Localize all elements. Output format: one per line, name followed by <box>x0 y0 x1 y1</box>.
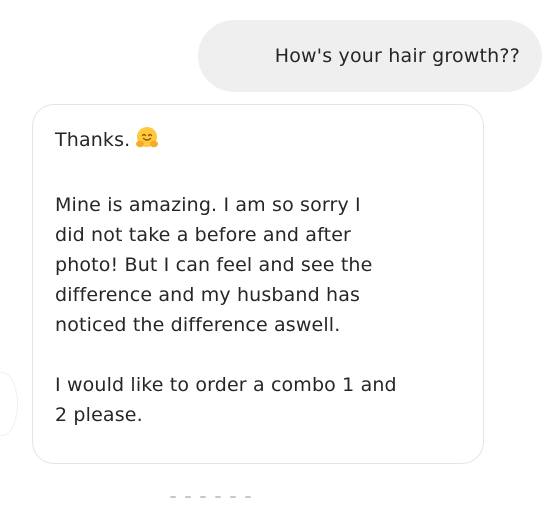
incoming-message-bubble[interactable]: Thanks. Mine is amazing. I am so sorry I… <box>32 104 484 464</box>
indicator-dot <box>230 496 236 498</box>
hugging-face-icon <box>134 125 160 160</box>
outgoing-message-bubble[interactable]: How's your hair growth?? <box>198 20 542 92</box>
indicator-dot <box>200 496 206 498</box>
indicator-dot <box>170 496 176 498</box>
indicator-dot <box>245 496 251 498</box>
chat-thread: How's your hair growth?? Thanks. Mine is… <box>0 0 550 512</box>
message-paragraph-2: I would like to order a combo 1 and 2 pl… <box>55 374 397 426</box>
greeting-text: Thanks. <box>55 129 131 151</box>
greeting-line: Thanks. <box>55 125 463 160</box>
typing-indicator <box>170 496 251 498</box>
message-paragraph-1: Mine is amazing. I am so sorry I did not… <box>55 194 373 336</box>
indicator-dot <box>215 496 221 498</box>
indicator-dot <box>185 496 191 498</box>
partial-avatar-outline <box>0 372 18 436</box>
outgoing-message-text: How's your hair growth?? <box>274 45 520 67</box>
